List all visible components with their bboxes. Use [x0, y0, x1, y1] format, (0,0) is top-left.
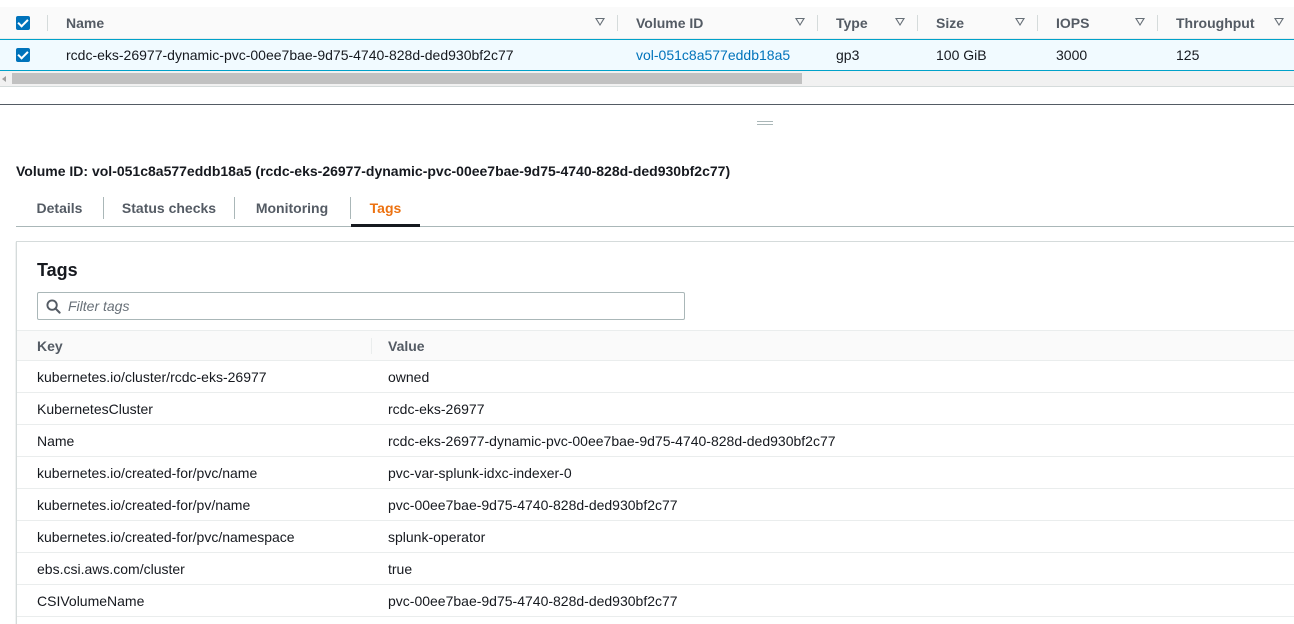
- table-row: ebs.csi.aws.com/cluster true: [17, 553, 1294, 585]
- tag-key: KubernetesCluster: [37, 400, 153, 417]
- sort-caret-icon[interactable]: [1015, 18, 1025, 26]
- sort-caret-icon[interactable]: [1135, 18, 1145, 26]
- drag-handle-icon[interactable]: [757, 121, 773, 125]
- tag-value: true: [388, 560, 413, 577]
- column-divider[interactable]: [917, 15, 918, 31]
- sort-caret-icon[interactable]: [1274, 18, 1284, 26]
- tag-value: pvc-00ee7bae-9d75-4740-828d-ded930bf2c77: [388, 496, 678, 513]
- volume-size-cell: 100 GiB: [936, 47, 987, 63]
- table-row: kubernetes.io/created-for/pvc/namespace …: [17, 521, 1294, 553]
- column-header-name[interactable]: Name: [66, 7, 104, 38]
- tag-key: kubernetes.io/cluster/rcdc-eks-26977: [37, 368, 267, 385]
- volume-type-cell: gp3: [836, 47, 860, 63]
- split-panel-divider: [0, 104, 1294, 105]
- table-row: Name rcdc-eks-26977-dynamic-pvc-00ee7bae…: [17, 425, 1294, 457]
- volume-throughput-cell: 125: [1176, 47, 1200, 63]
- column-header-key: Key: [37, 337, 63, 354]
- tab-details[interactable]: Details: [16, 190, 103, 226]
- column-header-type[interactable]: Type: [836, 7, 868, 38]
- scroll-left-arrow-icon[interactable]: [2, 76, 6, 82]
- select-all-checkbox[interactable]: [16, 16, 30, 30]
- column-divider[interactable]: [1157, 15, 1158, 31]
- tag-value: splunk-operator: [388, 528, 486, 545]
- sort-caret-icon[interactable]: [795, 18, 805, 26]
- filter-tags-field[interactable]: [37, 292, 685, 320]
- tags-container: Tags Key Value kubernetes.io/cluster/rcd…: [16, 241, 1294, 624]
- column-header-value: Value: [388, 337, 425, 354]
- table-row: CSIVolumeName pvc-00ee7bae-9d75-4740-828…: [17, 585, 1294, 617]
- tags-table-header: Key Value: [17, 330, 1294, 361]
- column-divider[interactable]: [817, 15, 818, 31]
- tag-key: ebs.csi.aws.com/cluster: [37, 560, 185, 577]
- tags-heading: Tags: [37, 260, 78, 280]
- tag-key: CSIVolumeName: [37, 592, 145, 609]
- sort-caret-icon[interactable]: [595, 18, 605, 26]
- volume-id-link[interactable]: vol-051c8a577eddb18a5: [636, 40, 790, 70]
- column-header-throughput[interactable]: Throughput: [1176, 7, 1255, 38]
- table-row: kubernetes.io/created-for/pv/name pvc-00…: [17, 489, 1294, 521]
- tab-monitoring[interactable]: Monitoring: [235, 190, 349, 226]
- column-divider[interactable]: [617, 15, 618, 31]
- column-divider[interactable]: [1037, 15, 1038, 31]
- tag-value: rcdc-eks-26977: [388, 400, 485, 417]
- column-header-volume-id[interactable]: Volume ID: [636, 7, 703, 38]
- volume-name-cell: rcdc-eks-26977-dynamic-pvc-00ee7bae-9d75…: [66, 47, 514, 63]
- table-row: KubernetesCluster rcdc-eks-26977: [17, 393, 1294, 425]
- scrollbar-thumb[interactable]: [12, 73, 802, 84]
- table-row: kubernetes.io/created-for/pvc/name pvc-v…: [17, 457, 1294, 489]
- active-tab-indicator: [351, 224, 420, 227]
- volumes-table-header: Name Volume ID Type Size IOPS Throughput: [0, 7, 1294, 39]
- tab-tags[interactable]: Tags: [351, 190, 420, 226]
- tags-table: Key Value kubernetes.io/cluster/rcdc-eks…: [17, 330, 1294, 617]
- details-tabs: Details Status checks Monitoring Tags: [16, 190, 1294, 227]
- column-divider: [371, 338, 372, 354]
- search-icon: [46, 299, 61, 314]
- tab-status-checks[interactable]: Status checks: [104, 190, 234, 226]
- tag-value: pvc-00ee7bae-9d75-4740-828d-ded930bf2c77: [388, 592, 678, 609]
- filter-tags-input[interactable]: [68, 295, 668, 317]
- table-row[interactable]: rcdc-eks-26977-dynamic-pvc-00ee7bae-9d75…: [0, 39, 1294, 71]
- column-header-size[interactable]: Size: [936, 7, 964, 38]
- tag-key: Name: [37, 432, 75, 449]
- details-panel-title: Volume ID: vol-051c8a577eddb18a5 (rcdc-e…: [16, 163, 731, 179]
- tag-key: kubernetes.io/created-for/pvc/name: [37, 464, 258, 481]
- column-header-iops[interactable]: IOPS: [1056, 7, 1089, 38]
- horizontal-scrollbar[interactable]: [0, 71, 1294, 87]
- volume-iops-cell: 3000: [1056, 47, 1088, 63]
- tag-value: rcdc-eks-26977-dynamic-pvc-00ee7bae-9d75…: [388, 432, 836, 449]
- row-select-checkbox[interactable]: [16, 48, 30, 62]
- tag-value: pvc-var-splunk-idxc-indexer-0: [388, 464, 572, 481]
- table-row: kubernetes.io/cluster/rcdc-eks-26977 own…: [17, 361, 1294, 393]
- tag-key: kubernetes.io/created-for/pv/name: [37, 496, 251, 513]
- sort-caret-icon[interactable]: [895, 18, 905, 26]
- column-divider: [47, 15, 48, 31]
- tag-value: owned: [388, 368, 430, 385]
- tag-key: kubernetes.io/created-for/pvc/namespace: [37, 528, 295, 545]
